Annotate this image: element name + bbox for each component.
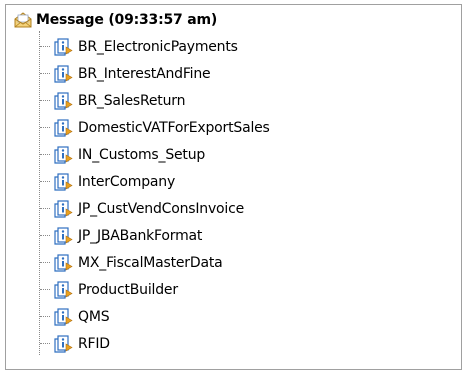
- tree-branch-line: [40, 289, 50, 290]
- object-info-icon: [54, 118, 73, 137]
- tree-item-label: BR_InterestAndFine: [78, 65, 211, 82]
- tree-item[interactable]: BR_SalesReturn: [40, 87, 185, 114]
- tree-item[interactable]: JP_CustVendConsInvoice: [40, 195, 244, 222]
- object-info-icon: [54, 307, 73, 326]
- tree-branch-line: [40, 100, 50, 101]
- tree-item-label: MX_FiscalMasterData: [78, 254, 223, 271]
- tree-branch-line: [40, 208, 50, 209]
- tree-item[interactable]: JP_JBABankFormat: [40, 222, 202, 249]
- message-tree-panel: Message (09:33:57 am) BR_ElectronicPayme…: [5, 4, 462, 370]
- tree-item-label: JP_JBABankFormat: [78, 227, 203, 244]
- tree-item-label: ProductBuilder: [78, 281, 178, 298]
- object-info-icon: [54, 199, 73, 218]
- tree-item[interactable]: QMS: [40, 303, 110, 330]
- object-info-icon: [54, 172, 73, 191]
- tree-branch-line: [40, 262, 50, 263]
- tree-item[interactable]: DomesticVATForExportSales: [40, 114, 270, 141]
- tree-item[interactable]: BR_ElectronicPayments: [40, 33, 238, 60]
- tree-item[interactable]: IN_Customs_Setup: [40, 141, 205, 168]
- tree-item-label: DomesticVATForExportSales: [78, 119, 270, 136]
- tree-branch-line: [40, 154, 50, 155]
- object-info-icon: [54, 334, 73, 353]
- object-info-icon: [54, 145, 73, 164]
- tree-item-label: BR_SalesReturn: [78, 92, 186, 109]
- object-info-icon: [54, 64, 73, 83]
- tree-item[interactable]: MX_FiscalMasterData: [40, 249, 223, 276]
- tree-item-label: JP_CustVendConsInvoice: [78, 200, 245, 217]
- tree-branch-line: [40, 235, 50, 236]
- object-info-icon: [54, 280, 73, 299]
- tree-item-label: RFID: [78, 335, 110, 352]
- envelope-open-icon: [14, 12, 32, 28]
- tree-item-label: QMS: [78, 308, 110, 325]
- tree-root-message[interactable]: Message (09:33:57 am): [14, 11, 217, 29]
- tree-branch-line: [40, 127, 50, 128]
- tree-branch-line: [40, 73, 50, 74]
- tree-item[interactable]: InterCompany: [40, 168, 175, 195]
- tree-item-label: InterCompany: [78, 173, 176, 190]
- tree-branch-line: [40, 46, 50, 47]
- object-info-icon: [54, 91, 73, 110]
- object-info-icon: [54, 37, 73, 56]
- tree-branch-line: [40, 343, 50, 344]
- tree-item-label: IN_Customs_Setup: [78, 146, 206, 163]
- tree-root-label: Message (09:33:57 am): [36, 12, 218, 28]
- tree-branch-line: [40, 181, 50, 182]
- tree-item[interactable]: RFID: [40, 330, 110, 357]
- tree-item[interactable]: BR_InterestAndFine: [40, 60, 211, 87]
- object-info-icon: [54, 253, 73, 272]
- tree-branch-line: [40, 316, 50, 317]
- tree-item[interactable]: ProductBuilder: [40, 276, 178, 303]
- object-info-icon: [54, 226, 73, 245]
- tree-item-label: BR_ElectronicPayments: [78, 38, 238, 55]
